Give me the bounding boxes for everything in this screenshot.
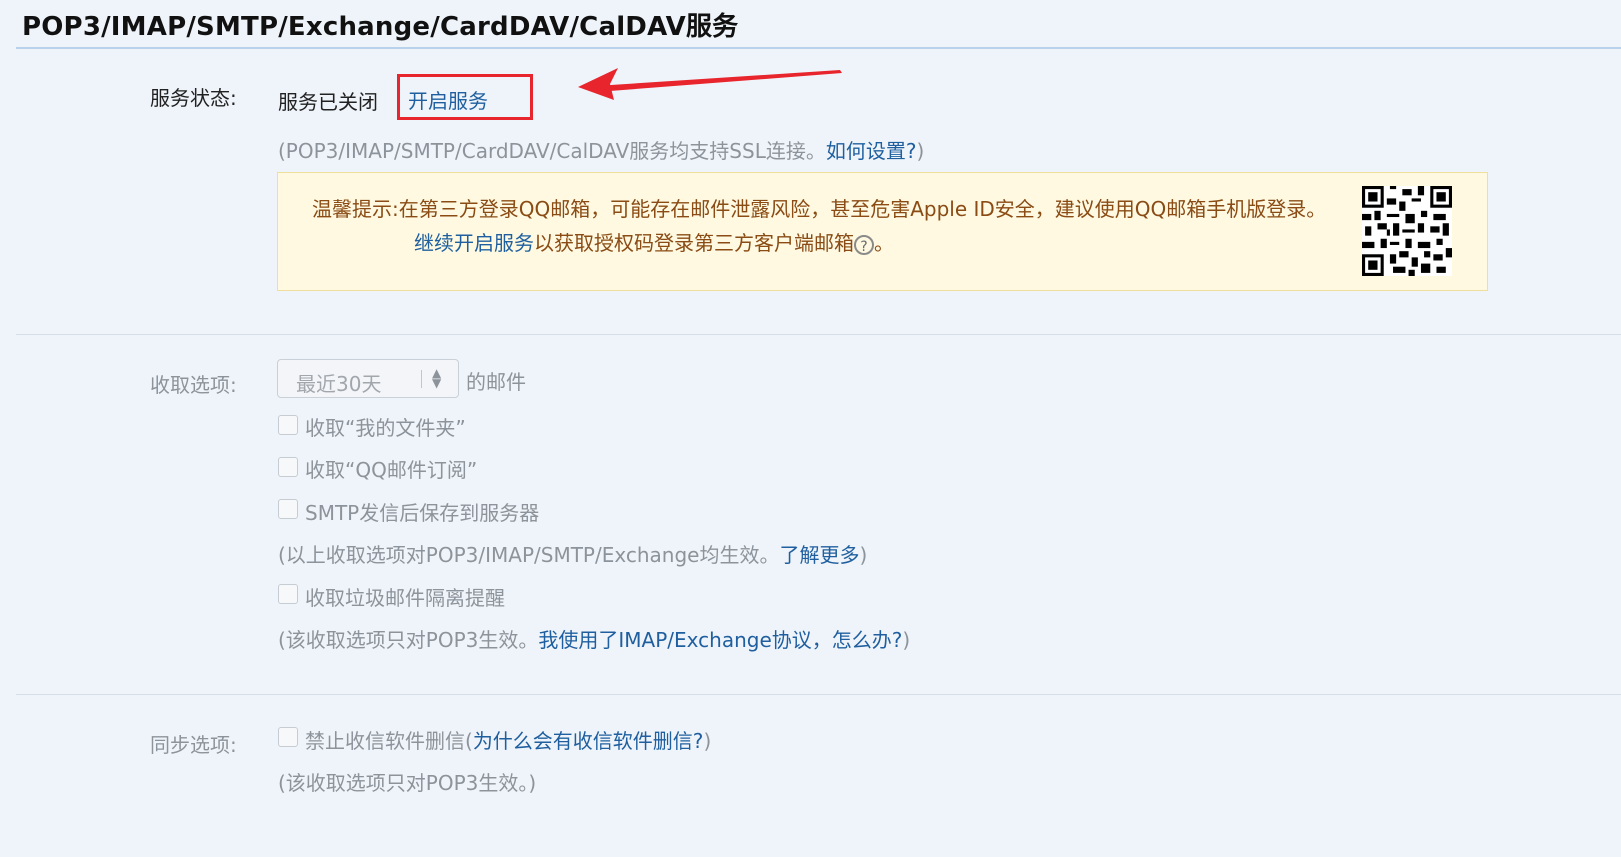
section-divider-2	[16, 694, 1621, 695]
checkbox-smtp-save-label: SMTP发信后保存到服务器	[305, 501, 540, 525]
tip-line-2: 继续开启服务以获取授权码登录第三方客户端邮箱?。	[414, 231, 894, 255]
service-status-label: 服务状态:	[150, 86, 237, 110]
page-title: POP3/IMAP/SMTP/Exchange/CardDAV/CalDAV服务	[22, 12, 739, 42]
checkbox-spam-reminder-label: 收取垃圾邮件隔离提醒	[305, 586, 505, 610]
select-value: 最近30天	[296, 372, 382, 396]
how-to-setup-link[interactable]: 如何设置?	[826, 139, 917, 163]
checkbox-my-folders-label: 收取“我的文件夹”	[305, 416, 466, 440]
enable-service-link[interactable]: 开启服务	[408, 85, 488, 114]
select-suffix: 的邮件	[466, 370, 526, 394]
red-arrow-annotation	[578, 68, 842, 100]
select-separator	[421, 370, 422, 388]
why-delete-link[interactable]: 为什么会有收信软件删信?	[473, 729, 704, 753]
learn-more-link[interactable]: 了解更多	[779, 543, 859, 567]
checkbox-my-folders[interactable]	[278, 415, 298, 435]
receive-options-label: 收取选项:	[150, 373, 237, 397]
ssl-note: (POP3/IMAP/SMTP/CardDAV/CalDAV服务均支持SSL连接…	[278, 139, 925, 163]
checkbox-qq-subscription-label: 收取“QQ邮件订阅”	[305, 458, 478, 482]
service-status-value: 服务已关闭	[278, 90, 378, 114]
updown-arrow-icon: ▲ ▼	[432, 366, 442, 390]
checkbox-prevent-delete[interactable]	[278, 727, 298, 747]
checkbox-smtp-save[interactable]	[278, 499, 298, 519]
receive-note-2: (该收取选项只对POP3生效。我使用了IMAP/Exchange协议，怎么办?)	[278, 628, 911, 652]
checkbox-spam-reminder[interactable]	[278, 584, 298, 604]
title-divider	[16, 47, 1621, 49]
sync-options-label: 同步选项:	[150, 733, 237, 757]
checkbox-prevent-delete-label: 禁止收信软件删信(为什么会有收信软件删信?)	[305, 729, 712, 753]
tip-line-1: 温馨提示:在第三方登录QQ邮箱，可能存在邮件泄露风险，甚至危害Apple ID安…	[312, 197, 1327, 221]
imap-exchange-help-link[interactable]: 我使用了IMAP/Exchange协议，怎么办?	[538, 628, 902, 652]
continue-enable-link[interactable]: 继续开启服务	[414, 231, 534, 255]
sync-note: (该收取选项只对POP3生效。)	[278, 771, 537, 795]
help-icon[interactable]: ?	[854, 234, 874, 255]
section-divider	[16, 334, 1621, 335]
qr-code-icon	[1362, 186, 1452, 276]
receive-range-select[interactable]: 最近30天 ▲ ▼	[277, 359, 459, 398]
receive-note-1: (以上收取选项对POP3/IMAP/SMTP/Exchange均生效。了解更多)	[278, 543, 868, 567]
checkbox-qq-subscription[interactable]	[278, 457, 298, 477]
